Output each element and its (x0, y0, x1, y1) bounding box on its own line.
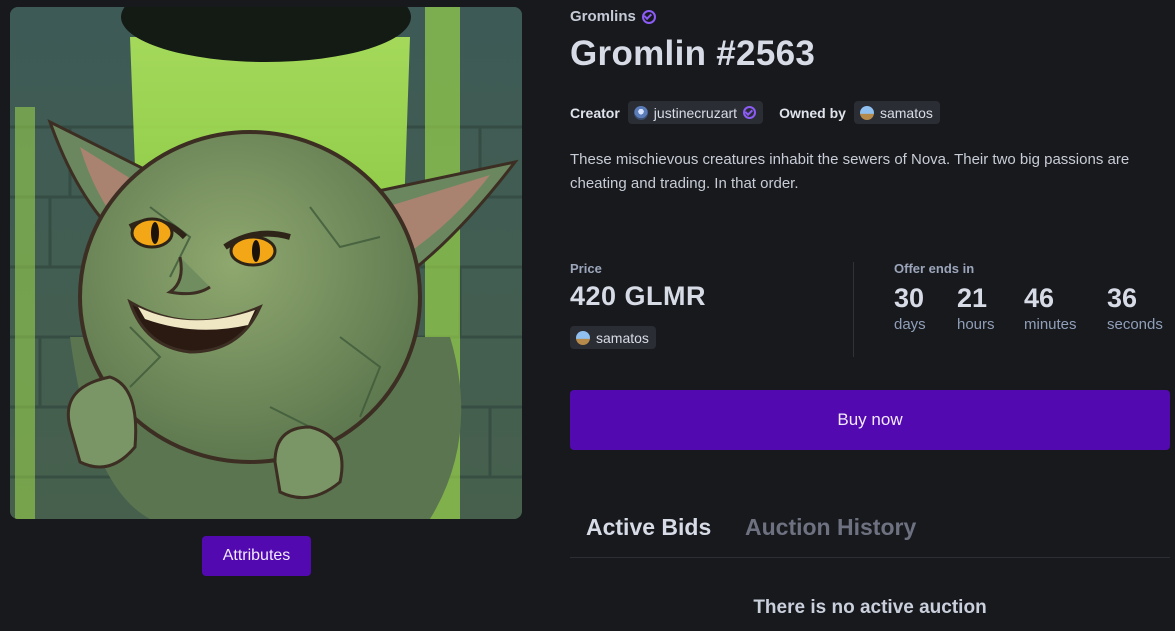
price-value: 420 GLMR (570, 281, 707, 311)
countdown-seconds-value: 36 (1107, 283, 1138, 313)
nft-description: These mischievous creatures inhabit the … (570, 151, 1130, 192)
buy-now-button[interactable]: Buy now (570, 390, 1170, 450)
collection-link[interactable]: Gromlins (570, 8, 656, 25)
seller-name: samatos (596, 329, 649, 346)
no-auction-message: There is no active auction (753, 597, 987, 618)
offer-countdown: Offer ends in 30 days 21 hours 46 minute… (894, 261, 1163, 333)
countdown-label: Offer ends in (894, 261, 975, 276)
countdown-hours-label: hours (957, 316, 995, 333)
countdown-days-label: days (894, 316, 926, 333)
creator-chip[interactable]: justinecruzart (627, 101, 764, 124)
creator-verified-icon (743, 106, 757, 119)
price-section: Price 420 GLMR samatos (570, 261, 706, 350)
attributes-button[interactable]: Attributes (202, 536, 311, 576)
countdown-seconds: 36 seconds (1107, 283, 1163, 333)
owner-label: Owned by (779, 104, 846, 121)
countdown-hours-value: 21 (957, 283, 988, 313)
goblin-illustration (10, 7, 522, 519)
collection-name[interactable]: Gromlins (570, 8, 636, 25)
nft-image[interactable] (10, 7, 522, 519)
countdown-days: 30 days (894, 283, 957, 333)
owner-chip[interactable]: samatos (853, 101, 940, 124)
seller-chip[interactable]: samatos (570, 326, 656, 349)
countdown-seconds-label: seconds (1107, 316, 1163, 333)
creator-name: justinecruzart (653, 104, 738, 121)
countdown-days-value: 30 (894, 283, 925, 313)
owner-avatar (859, 105, 874, 120)
creator-label: Creator (570, 104, 620, 121)
creator-avatar (633, 105, 648, 120)
tab-active-bids[interactable]: Active Bids (586, 514, 711, 541)
countdown-minutes: 46 minutes (1024, 283, 1107, 333)
bids-tabs: Active Bids Auction History (570, 504, 1170, 558)
price-label: Price (570, 261, 602, 276)
seller-avatar (576, 330, 590, 345)
nft-title: Gromlin #2563 (570, 34, 816, 73)
countdown-hours: 21 hours (957, 283, 1024, 333)
owner-name: samatos (879, 104, 933, 121)
price-countdown-divider (853, 262, 854, 357)
verified-badge-icon (641, 9, 656, 24)
tab-auction-history[interactable]: Auction History (745, 514, 916, 541)
creator-owner-row: Creator justinecruzart Owned by samatos (570, 101, 940, 124)
nft-media-column (10, 7, 522, 519)
countdown-minutes-value: 46 (1024, 283, 1055, 313)
countdown-minutes-label: minutes (1024, 316, 1077, 333)
